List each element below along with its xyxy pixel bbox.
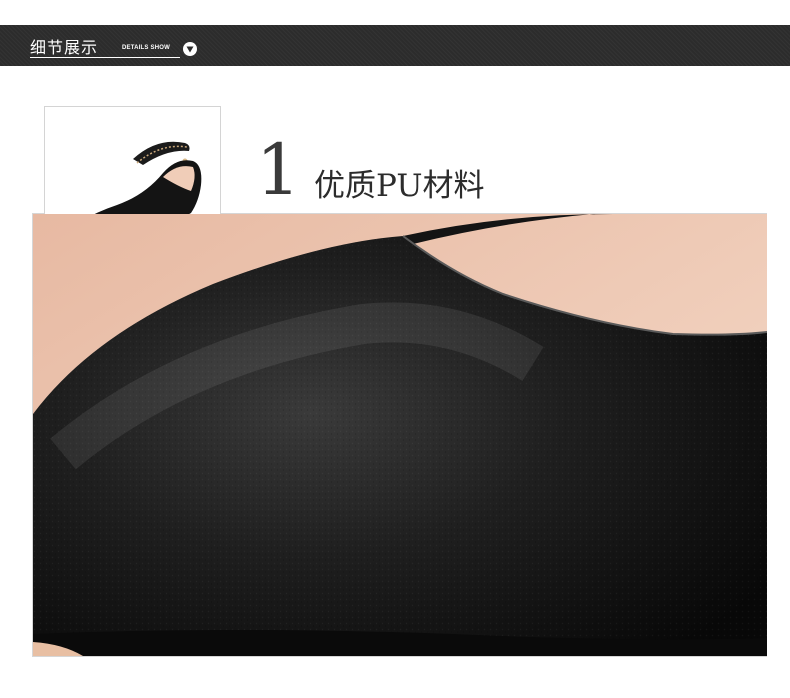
chevron-down-icon[interactable]: [183, 42, 197, 56]
frame-bottom-line: [32, 656, 767, 657]
feature-number-text: 1.: [256, 134, 306, 204]
section-header-bar: 细节展示 DETAILS SHOW: [0, 25, 790, 66]
section-subtitle: DETAILS SHOW: [122, 45, 170, 51]
feature-number: 1.: [256, 134, 306, 204]
section-title: 细节展示: [30, 38, 99, 57]
header-underline: [30, 57, 180, 58]
leather-closeup-photo: [33, 214, 767, 656]
feature-title: 优质PU材料: [314, 168, 485, 204]
